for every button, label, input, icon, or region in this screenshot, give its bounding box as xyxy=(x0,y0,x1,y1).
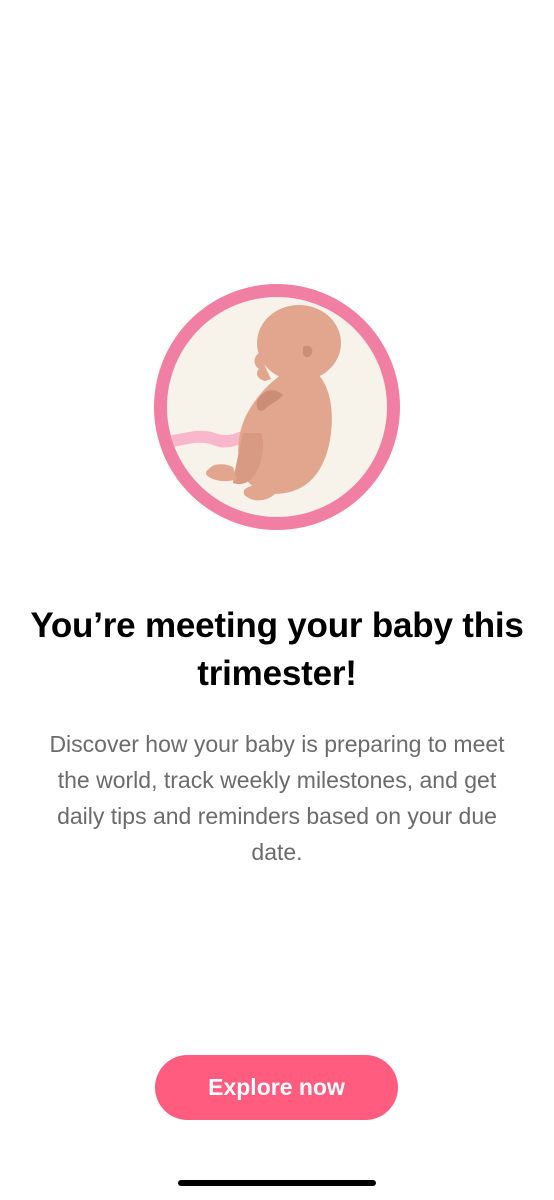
page-title: You’re meeting your baby this trimester! xyxy=(30,606,524,693)
fetus-illustration xyxy=(153,283,401,531)
fetus-in-womb-icon xyxy=(154,284,400,530)
home-indicator[interactable] xyxy=(178,1180,376,1186)
fetus-head xyxy=(257,305,341,381)
explore-now-button[interactable]: Explore now xyxy=(155,1055,398,1120)
page-description: Discover how your baby is preparing to m… xyxy=(49,731,505,865)
